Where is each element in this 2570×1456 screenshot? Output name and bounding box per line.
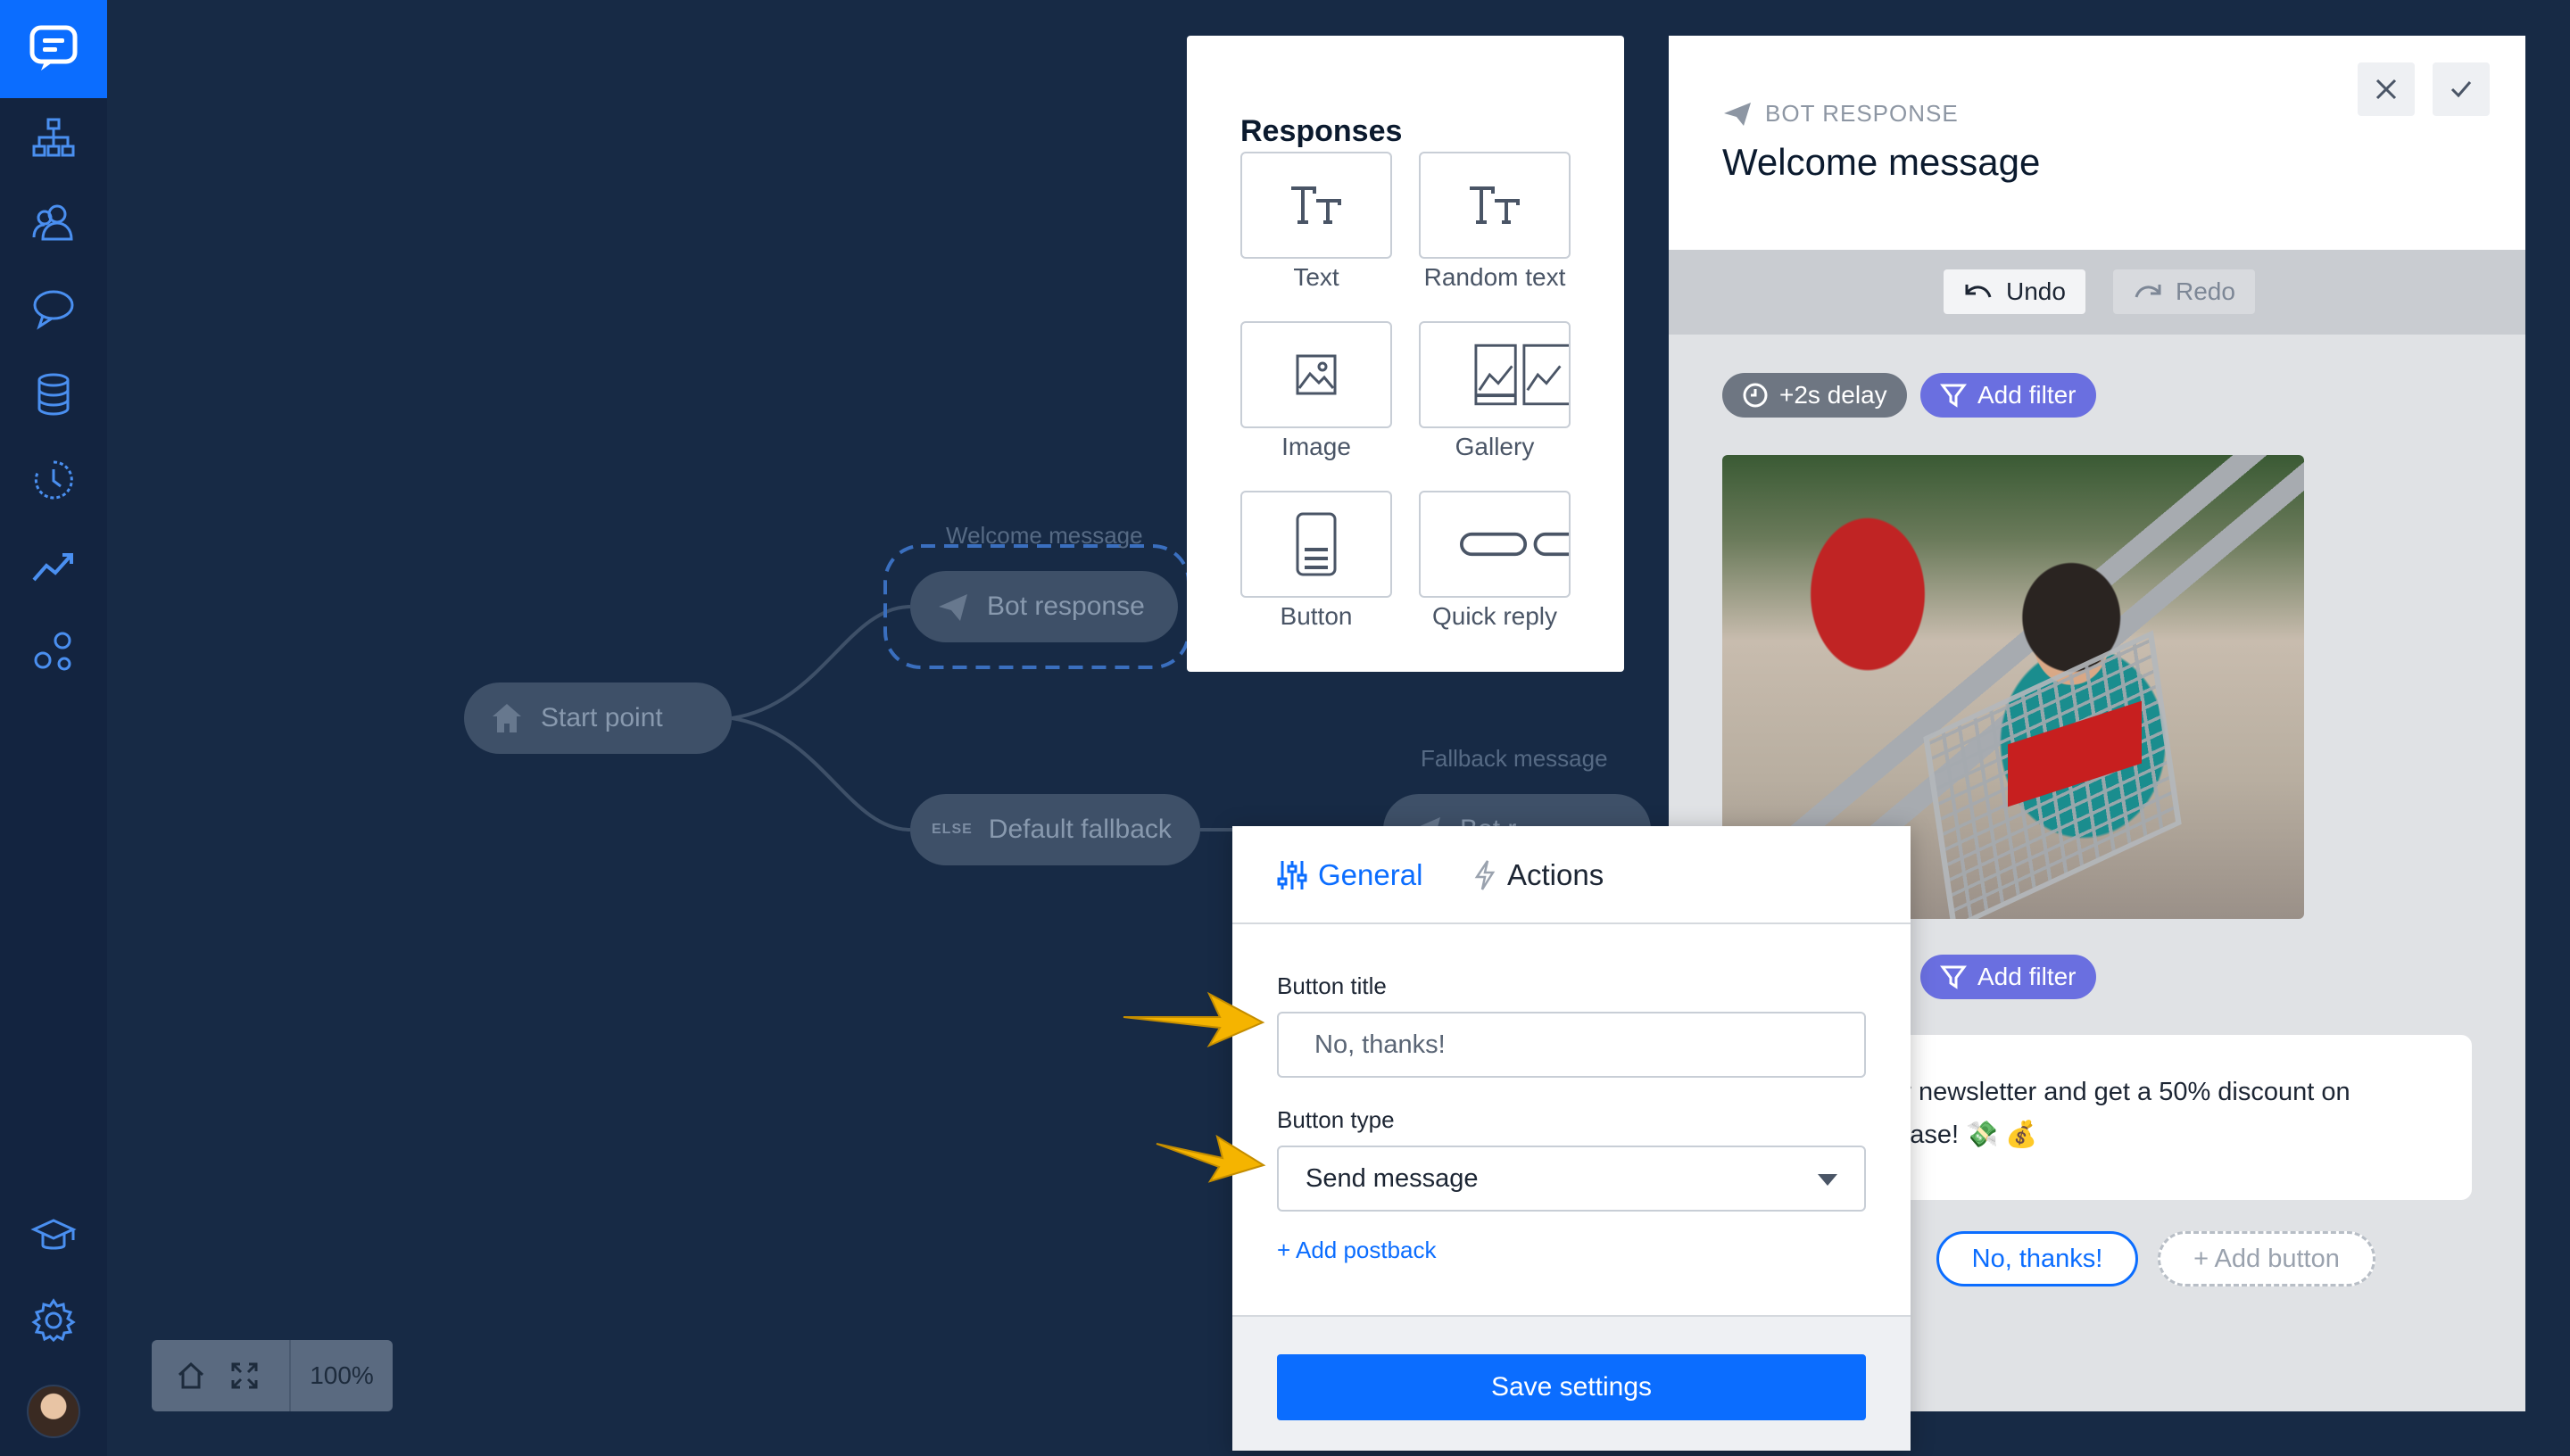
button-title-label: Button title [1277,972,1387,999]
tile-label: Quick reply [1431,602,1558,630]
panel-kicker: BOT RESPONSE [1722,100,1959,128]
clock-icon [1743,383,1768,408]
message-line: our newsletter and get a 50% discount on [1874,1078,2350,1106]
add-postback-link[interactable]: + Add postback [1277,1237,1437,1264]
add-filter-label: Add filter [1977,963,2077,990]
panel-header: BOT RESPONSE Welcome message [1669,36,2525,250]
text-format-icon [1291,186,1341,224]
message-card[interactable]: our newsletter and get a 50% discount on… [1874,1035,2472,1200]
text-format-icon [1470,186,1520,224]
filter-icon [1940,965,1967,989]
responses-panel: Responses Text Random text Image Gallery… [1187,36,1624,672]
panel-title: Welcome message [1722,141,2041,183]
tile-label: Button [1280,602,1353,630]
button-type-select[interactable]: Send message [1277,1146,1866,1212]
start-point-node[interactable]: Start point [464,682,732,754]
tab-label: Actions [1507,858,1604,891]
kicker-text: BOT RESPONSE [1765,100,1959,127]
button-type-label: Button type [1277,1106,1395,1133]
bot-response-node[interactable]: Bot response [910,571,1178,642]
node-label: Start point [541,703,663,732]
undo-icon [1965,285,1992,298]
tab-actions[interactable]: Actions [1473,858,1604,892]
tile-label: Random text [1423,263,1566,291]
annotation-arrow-icon [1156,1134,1266,1183]
button-title-field[interactable] [1277,1012,1866,1078]
close-button[interactable] [2358,62,2415,116]
dialog-footer: Save settings [1232,1315,1911,1451]
delay-label: +2s delay [1779,381,1887,409]
image-tile[interactable] [1240,321,1392,428]
add-filter-button[interactable]: Add filter [1920,373,2096,418]
check-icon [2450,81,2472,98]
quick-reply-tile[interactable] [1419,491,1571,598]
dialog-tabs: General Actions [1232,826,1911,924]
tile-label: Gallery [1455,433,1535,460]
add-filter-label: Add filter [1977,381,2077,409]
undo-label: Undo [2006,277,2066,305]
message-line: rchase! 💸 💰 [1874,1121,2038,1149]
node-label: Bot response [987,592,1145,621]
button-type-value: Send message [1306,1163,1479,1193]
responses-title: Responses [1240,114,1403,148]
gallery-icon [1474,343,1569,406]
save-settings-button[interactable]: Save settings [1277,1354,1866,1420]
tab-general[interactable]: General [1277,858,1422,892]
quick-reply-icon [1460,532,1569,557]
text-tile[interactable] [1240,152,1392,259]
zoom-level: 100% [310,1361,374,1389]
random-text-tile[interactable] [1419,152,1571,259]
image-icon [1296,354,1337,395]
else-tag: ELSE [932,822,973,837]
annotation-arrow-icon [1123,991,1265,1048]
fit-screen-icon[interactable] [218,1340,271,1411]
gallery-tile[interactable] [1419,321,1571,428]
button-settings-dialog: General Actions Button title Button type… [1232,826,1911,1451]
welcome-node-caption: Welcome message [946,522,1143,549]
undo-button[interactable]: Undo [1944,269,2085,314]
home-icon [489,700,525,736]
default-fallback-node[interactable]: ELSE Default fallback [910,794,1200,865]
home-view-icon[interactable] [164,1340,218,1411]
add-filter-button-2[interactable]: Add filter [1920,955,2096,999]
button-icon [1296,512,1337,576]
add-button[interactable]: + Add button [2158,1231,2375,1286]
redo-label: Redo [2176,277,2235,305]
filter-icon [1940,384,1967,408]
send-icon [935,589,971,625]
lightning-icon [1474,860,1496,890]
fallback-node-caption: Fallback message [1421,745,1608,772]
tile-label: Text [1293,263,1339,291]
tab-label: General [1318,858,1423,891]
undo-redo-bar: Undo Redo [1669,250,2525,335]
redo-button[interactable]: Redo [2113,269,2255,314]
button-tile[interactable] [1240,491,1392,598]
caret-down-icon [1818,1174,1837,1186]
sliders-icon [1277,861,1307,889]
confirm-button[interactable] [2433,62,2490,116]
message-text: our newsletter and get a 50% discount on… [1874,1071,2409,1156]
close-icon [2375,79,2397,100]
zoom-controls: 100% [152,1340,393,1411]
button-title-input[interactable] [1279,1013,1864,1076]
send-icon [1724,102,1751,126]
delay-pill[interactable]: +2s delay [1722,373,1907,418]
node-label: Default fallback [988,815,1172,844]
tile-label: Image [1281,433,1351,460]
no-thanks-quick-button[interactable]: No, thanks! [1936,1231,2138,1286]
redo-icon [2135,285,2161,298]
